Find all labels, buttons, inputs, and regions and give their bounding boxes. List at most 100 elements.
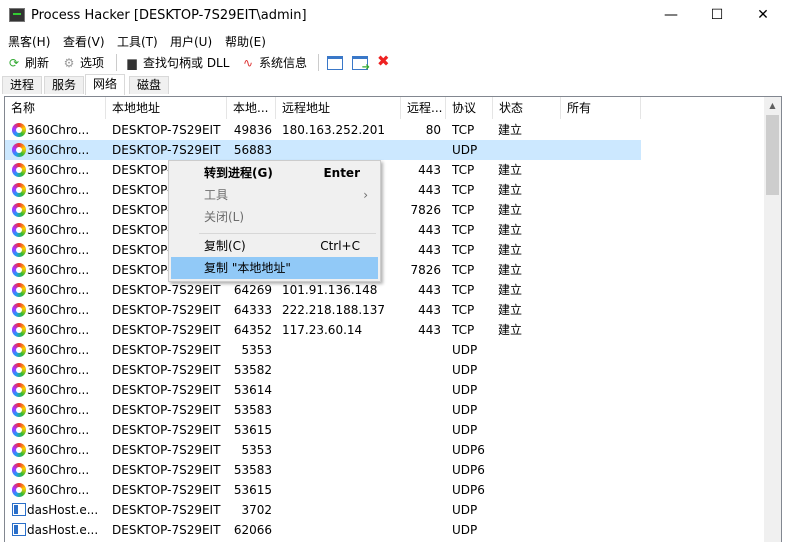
cell-name: 360Chro... [27,403,90,417]
window-arrow-icon[interactable]: ➜ [352,56,370,73]
cell-state [498,520,558,540]
table-row[interactable]: dasHost.e... DESKTOP-7S29EIT 3702 UDP [5,500,641,520]
cell-remote-address [282,500,400,520]
cell-remote-port: 7826 [410,203,441,217]
menu-users[interactable]: 用户(U) [170,33,212,50]
menu-view[interactable]: 查看(V) [63,33,105,50]
cell-remote-port [401,500,441,520]
cell-protocol: TCP [452,203,475,217]
column-local-address[interactable]: 本地地址 [106,97,227,119]
chevron-right-icon: › [363,188,368,202]
menu-item-go-to-process[interactable]: 转到进程(G) Enter [171,162,378,184]
menu-item-tools[interactable]: 工具 › [171,184,378,206]
column-remote-port[interactable]: 远程... [401,97,446,119]
table-row[interactable]: 360Chro... DESKTOP-7S29EIT 64269 101.91.136… [5,280,641,300]
menu-item-close[interactable]: 关闭(L) [171,206,378,228]
cell-protocol: TCP [452,183,475,197]
cell-local-port: 5353 [241,343,272,357]
menu-help[interactable]: 帮助(E) [225,33,266,50]
scroll-thumb[interactable] [766,115,779,195]
table-row[interactable]: 360Chro... DESKTOP-7S29EIT 53615 UDP [5,420,641,440]
tab-network[interactable]: 网络 [85,74,126,95]
cell-state: 建立 [498,263,523,277]
label: 关闭(L) [204,210,245,224]
cell-name: 360Chro... [27,123,90,137]
table-row[interactable]: 360Chro... DESKTOP-7S29EIT 53582 UDP [5,360,641,380]
table-row[interactable]: dasHost.e... DESKTOP-7S29EIT 62066 UDP [5,520,641,540]
cell-state [498,460,558,480]
column-owner[interactable]: 所有 [561,97,641,119]
table-row[interactable]: 360Chro... DESKTOP-7S29EIT 53614 UDP [5,380,641,400]
menu-hacker[interactable]: 黑客(H) [8,33,50,50]
scroll-up-icon[interactable]: ▲ [764,97,781,114]
cell-local-port: 3702 [241,503,272,517]
cell-protocol: TCP [452,123,475,137]
find-handles-button[interactable]: ▆ 查找句柄或 DLL [124,54,229,71]
cell-name: 360Chro... [27,283,90,297]
label: 复制 "本地地址" [204,261,291,275]
cell-local-address: DESKTOP-7S29EIT [112,403,221,417]
cell-protocol: UDP [452,423,478,437]
360chrome-icon [12,403,26,417]
context-menu: 转到进程(G) Enter 工具 › 关闭(L) 复制(C) Ctrl+C 复制 "本… [168,160,381,282]
table-row[interactable]: 360Chro... DESKTOP-7S29EIT 53615 UDP6 [5,480,641,500]
360chrome-icon [12,443,26,457]
cell-local-port: 5353 [241,443,272,457]
table-row[interactable]: 360Chro... DESKTOP-7S29EIT 53583 UDP6 [5,460,641,480]
cell-remote-address [282,440,400,460]
menu-separator [199,233,376,234]
table-row[interactable]: 360Chro... DESKTOP-7S29EIT 64333 222.218.18… [5,300,641,320]
cell-state: 建立 [498,323,523,337]
tab-disk[interactable]: 磁盘 [129,76,170,94]
cell-protocol: UDP6 [452,443,485,457]
cell-state [498,140,558,160]
cell-local-address: DESKTOP-7S29EIT [112,503,221,517]
maximize-button[interactable]: ☐ [694,0,740,31]
tab-services[interactable]: 服务 [44,76,85,94]
system-info-button[interactable]: ∿ 系统信息 [240,54,307,71]
column-state[interactable]: 状态 [493,97,561,119]
menu-item-copy-local-address[interactable]: 复制 "本地地址" [171,257,378,279]
column-name[interactable]: 名称 [5,97,106,119]
table-row[interactable]: 360Chro... DESKTOP-7S29EIT 49836 180.163.25… [5,120,641,140]
refresh-button[interactable]: ⟳ 刷新 [6,54,49,71]
tab-processes[interactable]: 进程 [2,76,43,94]
cell-protocol: TCP [452,223,475,237]
cell-protocol: UDP [452,503,478,517]
360chrome-icon [12,263,26,277]
cell-remote-port [401,520,441,540]
cell-protocol: UDP6 [452,483,485,497]
close-button[interactable]: ✕ [740,0,786,31]
minimize-button[interactable]: — [648,0,694,31]
menu-item-copy[interactable]: 复制(C) Ctrl+C [171,235,378,257]
table-row[interactable]: 360Chro... DESKTOP-7S29EIT 56883 UDP [5,140,641,160]
cell-local-port: 62066 [233,523,272,537]
cell-remote-port: 443 [418,283,441,297]
360chrome-icon [12,243,26,257]
cell-state: 建立 [498,223,523,237]
sysinfo-label: 系统信息 [259,56,308,70]
table-row[interactable]: 360Chro... DESKTOP-7S29EIT 5353 UDP6 [5,440,641,460]
cell-remote-address [282,480,400,500]
table-row[interactable]: 360Chro... DESKTOP-7S29EIT 53583 UDP [5,400,641,420]
cell-local-address: DESKTOP-7S29EIT [112,363,221,377]
shortcut: Ctrl+C [320,239,360,253]
table-row[interactable]: 360Chro... DESKTOP-7S29EIT 64352 117.23.60.… [5,320,641,340]
cell-protocol: TCP [452,263,475,277]
column-local-port[interactable]: 本地... [227,97,276,119]
vertical-scrollbar[interactable]: ▲ [764,97,781,542]
toolbar-separator [116,54,117,71]
table-row[interactable]: 360Chro... DESKTOP-7S29EIT 5353 UDP [5,340,641,360]
cell-remote-address [282,380,400,400]
cell-state [498,400,558,420]
options-button[interactable]: ⚙ 选项 [61,54,104,71]
column-protocol[interactable]: 协议 [446,97,493,119]
terminate-icon[interactable]: ✖ [377,52,390,70]
menu-tools[interactable]: 工具(T) [117,33,158,50]
toolbar: ⟳ 刷新 ⚙ 选项 ▆ 查找句柄或 DLL ∿ 系统信息 ➜ ✖ [0,51,786,73]
cell-remote-port [401,420,441,440]
360chrome-icon [12,303,26,317]
window-icon[interactable] [327,56,343,70]
column-remote-address[interactable]: 远程地址 [276,97,401,119]
window-title: Process Hacker [DESKTOP-7S29EIT\admin] [31,8,307,23]
